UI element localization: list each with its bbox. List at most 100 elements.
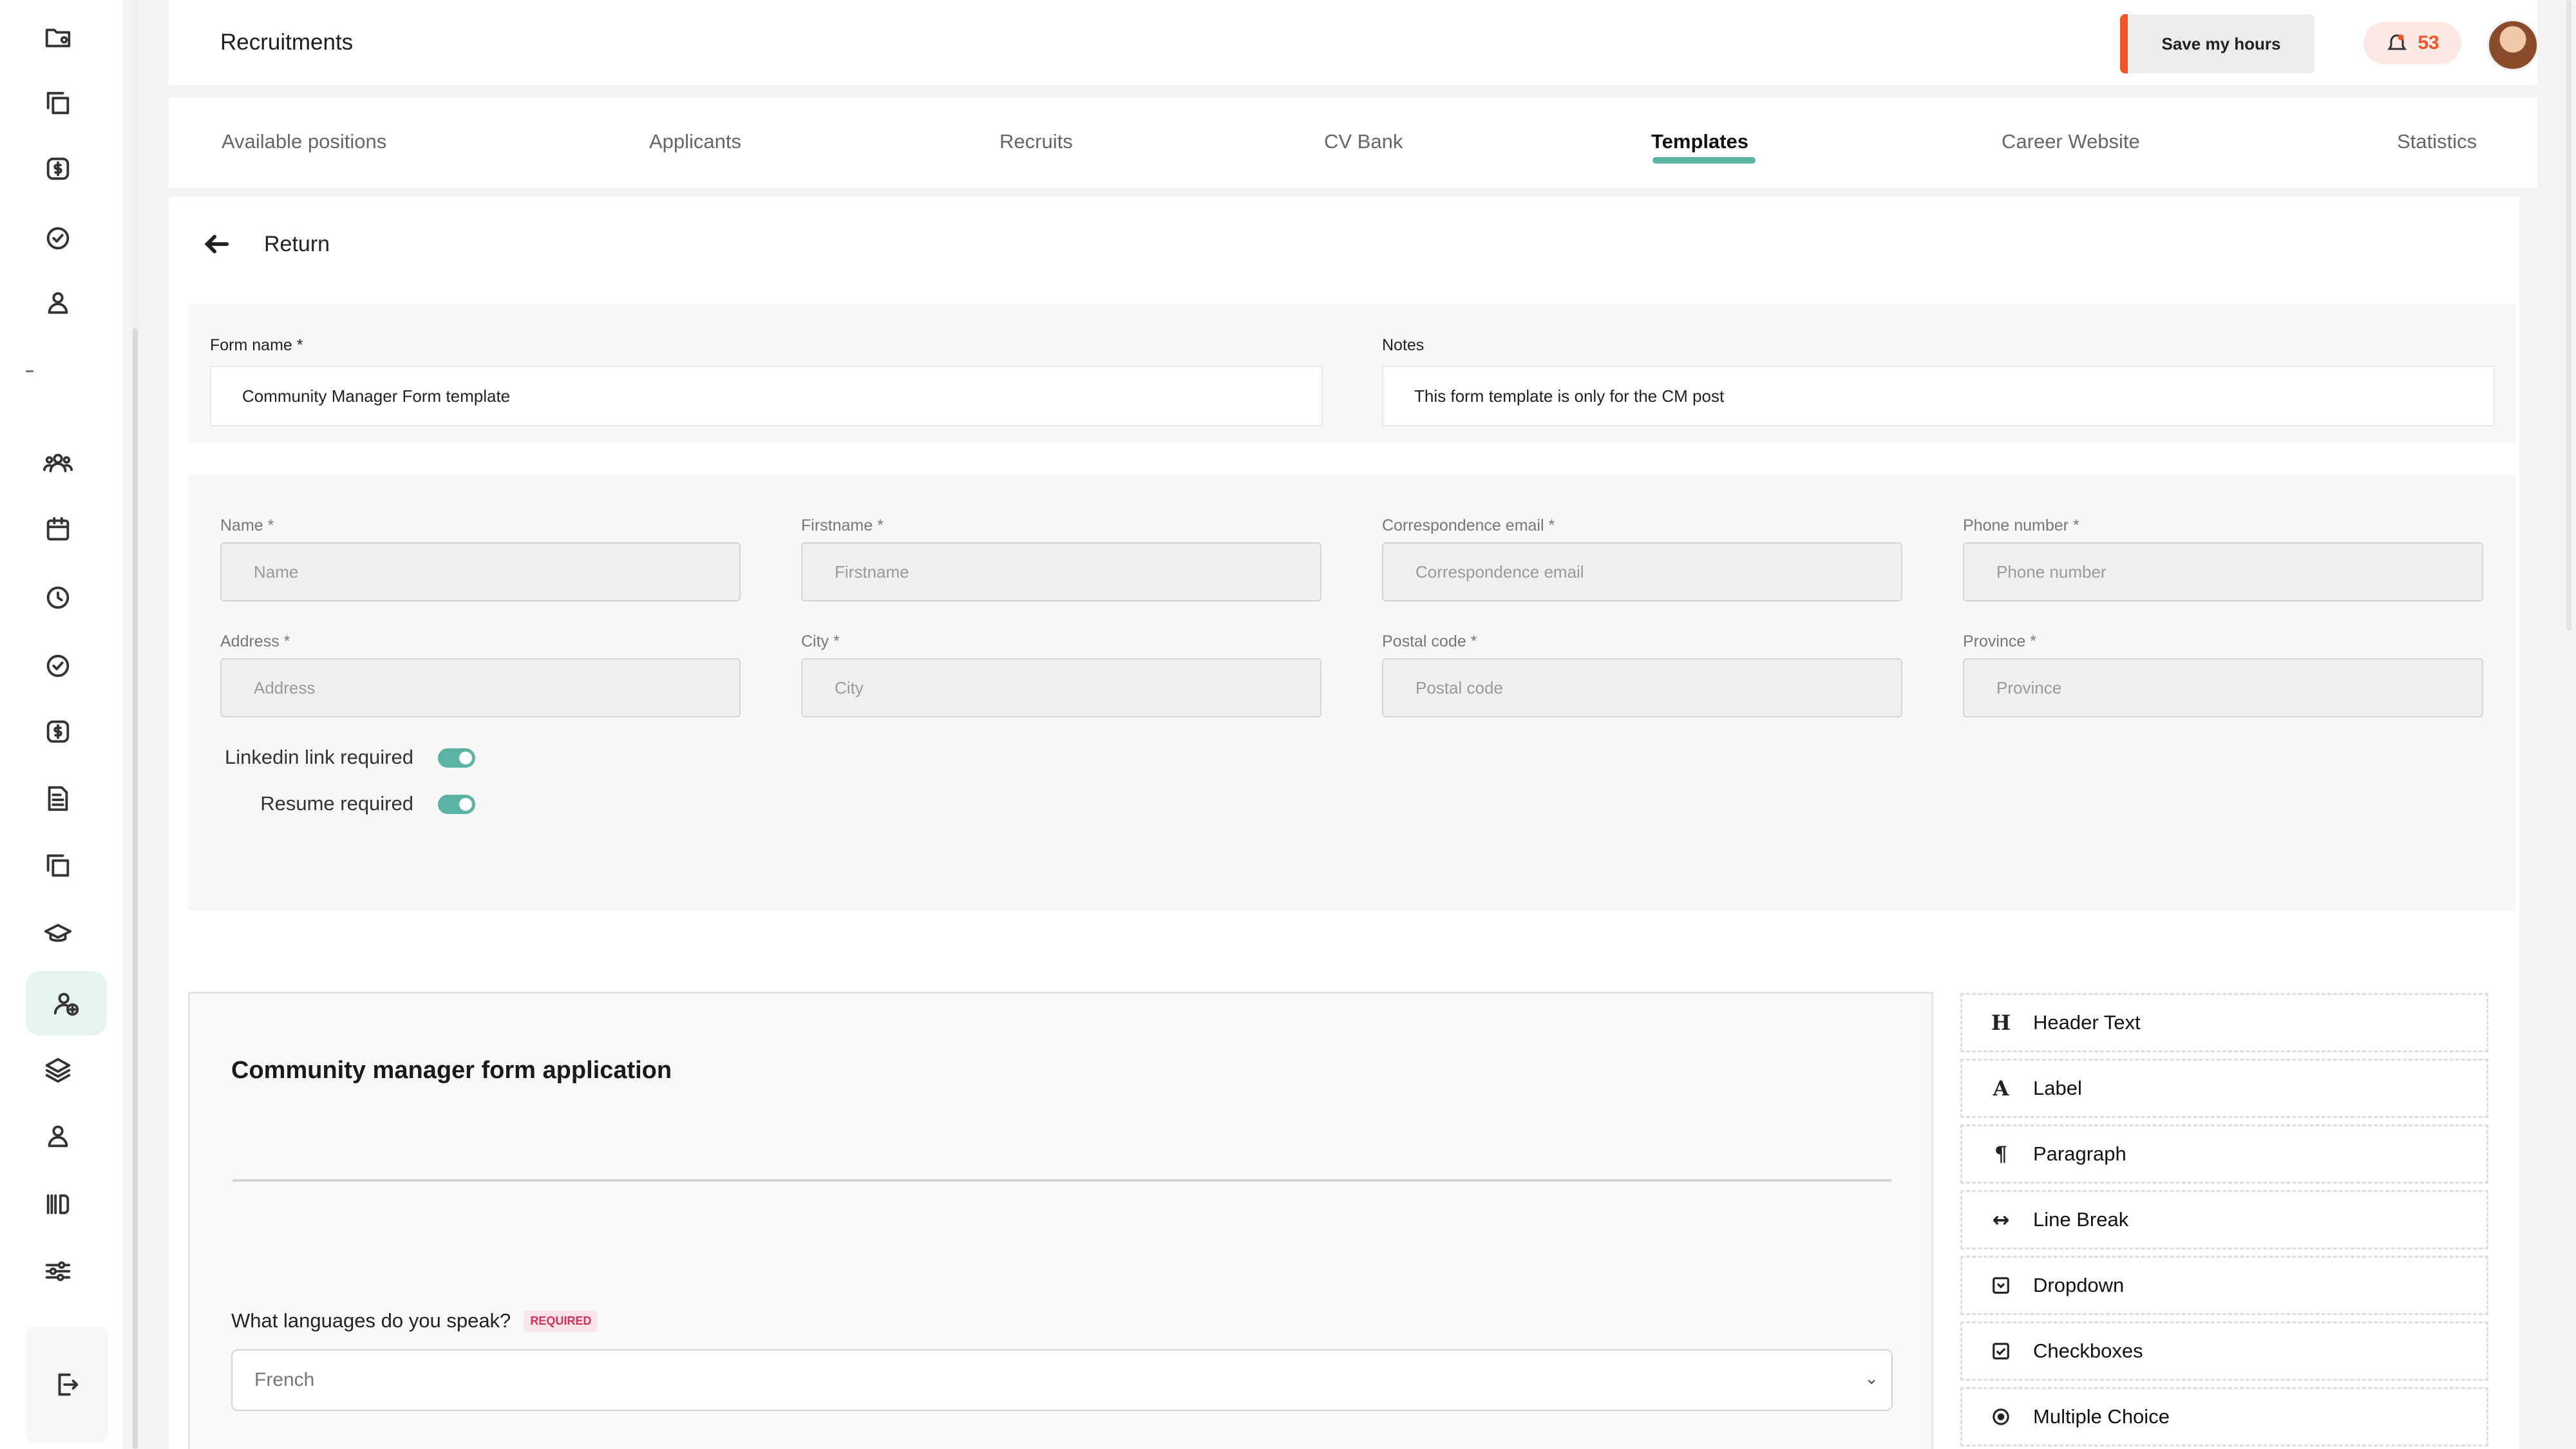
email-field[interactable]: Correspondence email bbox=[1382, 542, 1902, 601]
tool-label: Line Break bbox=[2033, 1208, 2129, 1231]
sidebar bbox=[0, 0, 122, 1449]
return-label: Return bbox=[264, 231, 330, 256]
notes-label: Notes bbox=[1382, 336, 1425, 354]
files-icon[interactable] bbox=[26, 833, 90, 898]
phone-field[interactable]: Phone number bbox=[1963, 542, 2483, 601]
bell-icon bbox=[2387, 34, 2407, 50]
tab-applicants[interactable]: Applicants bbox=[649, 130, 741, 153]
city-field[interactable]: City bbox=[801, 658, 1321, 717]
sidebar-scrollbar[interactable] bbox=[133, 328, 138, 1449]
team-icon[interactable] bbox=[26, 430, 90, 495]
tool-label: Checkboxes bbox=[2033, 1340, 2143, 1362]
label-icon: A bbox=[1993, 1076, 2009, 1101]
folder-user-icon[interactable] bbox=[26, 5, 90, 70]
recruitment-icon[interactable] bbox=[26, 971, 107, 1036]
dollar-icon[interactable] bbox=[26, 137, 90, 201]
firstname-label: Firstname * bbox=[801, 516, 884, 535]
tool-label: Dropdown bbox=[2033, 1274, 2125, 1296]
calendar-icon[interactable] bbox=[26, 497, 90, 562]
email-label: Correspondence email * bbox=[1382, 516, 1555, 535]
address-field[interactable]: Address bbox=[220, 658, 741, 717]
logout-button[interactable] bbox=[26, 1327, 108, 1443]
builder-header-text[interactable]: Community manager form application bbox=[231, 1057, 672, 1084]
linkedin-required-label: Linkedin link required bbox=[225, 746, 413, 768]
notes-input[interactable]: This form template is only for the CM po… bbox=[1382, 366, 2495, 426]
paragraph-icon: ¶ bbox=[1994, 1142, 2008, 1166]
graduation-icon[interactable] bbox=[26, 902, 90, 966]
arrow-left-icon bbox=[204, 234, 229, 254]
tab-career-website[interactable]: Career Website bbox=[2002, 130, 2140, 153]
heading-icon: H bbox=[1991, 1010, 2011, 1035]
notifications-button[interactable]: 53 bbox=[2363, 22, 2461, 64]
tool-label: Label bbox=[2033, 1077, 2082, 1099]
required-badge: REQUIRED bbox=[524, 1310, 598, 1332]
radio-icon bbox=[1988, 1407, 2014, 1426]
user-icon[interactable] bbox=[26, 270, 90, 335]
top-header: Recruitments Save my hours 53 EN ⌄ bbox=[169, 0, 2576, 85]
page-scrollbar[interactable] bbox=[2566, 0, 2571, 631]
tool-header-text[interactable]: H Header Text bbox=[1960, 993, 2488, 1052]
tool-line-break[interactable]: ↔ Line Break bbox=[1960, 1190, 2488, 1249]
form-details-section: Form name * Community Manager Form templ… bbox=[188, 304, 2515, 443]
document-icon[interactable] bbox=[26, 766, 90, 831]
name-field[interactable]: Name bbox=[220, 542, 741, 601]
tool-multiple-choice[interactable]: Multiple Choice bbox=[1960, 1387, 2488, 1446]
profile-icon[interactable] bbox=[26, 1104, 90, 1168]
clock-icon[interactable] bbox=[26, 565, 90, 630]
form-name-input[interactable]: Community Manager Form template bbox=[210, 366, 1323, 426]
builder-line-break bbox=[232, 1179, 1891, 1182]
tab-bar: Available positions Applicants Recruits … bbox=[169, 98, 2537, 188]
tool-dropdown[interactable]: Dropdown bbox=[1960, 1256, 2488, 1315]
postal-code-label: Postal code * bbox=[1382, 632, 1477, 650]
tab-templates[interactable]: Templates bbox=[1651, 130, 1748, 153]
languages-selected-value: French bbox=[254, 1369, 315, 1390]
logout-icon bbox=[58, 1373, 79, 1396]
active-tab-indicator bbox=[1653, 157, 1756, 164]
default-fields-section: Name * Name Firstname * Firstname Corres… bbox=[188, 475, 2515, 911]
province-label: Province * bbox=[1963, 632, 2036, 650]
return-button[interactable]: Return bbox=[202, 229, 330, 259]
tool-label: Multiple Choice bbox=[2033, 1405, 2170, 1428]
tool-label[interactable]: A Label bbox=[1960, 1059, 2488, 1118]
save-my-hours-button[interactable]: Save my hours bbox=[2120, 14, 2315, 73]
notifications-count: 53 bbox=[2418, 32, 2439, 53]
question-label: What languages do you speak? REQUIRED bbox=[231, 1309, 598, 1332]
resume-required-toggle[interactable] bbox=[438, 795, 475, 814]
chevron-down-icon: ⌄ bbox=[1864, 1368, 1879, 1388]
resume-required-label: Resume required bbox=[260, 792, 413, 815]
question-text: What languages do you speak? bbox=[231, 1309, 511, 1332]
phone-label: Phone number * bbox=[1963, 516, 2079, 535]
firstname-field[interactable]: Firstname bbox=[801, 542, 1321, 601]
tab-available-positions[interactable]: Available positions bbox=[222, 130, 386, 153]
checkbox-icon bbox=[1988, 1341, 2014, 1361]
check-circle-icon[interactable] bbox=[26, 206, 90, 270]
name-label: Name * bbox=[220, 516, 274, 535]
dropdown-icon bbox=[1988, 1276, 2014, 1295]
payroll-icon[interactable] bbox=[26, 699, 90, 764]
languages-dropdown[interactable]: French ⌄ bbox=[231, 1349, 1893, 1411]
linkedin-required-toggle[interactable] bbox=[438, 748, 475, 768]
copy-icon[interactable] bbox=[26, 71, 90, 135]
city-label: City * bbox=[801, 632, 840, 650]
tool-checkboxes[interactable]: Checkboxes bbox=[1960, 1321, 2488, 1381]
postal-code-field[interactable]: Postal code bbox=[1382, 658, 1902, 717]
user-avatar[interactable] bbox=[2487, 19, 2539, 71]
form-name-label: Form name * bbox=[210, 336, 303, 354]
tab-statistics[interactable]: Statistics bbox=[2397, 130, 2477, 153]
tab-cv-bank[interactable]: CV Bank bbox=[1324, 130, 1403, 153]
task-check-icon[interactable] bbox=[26, 634, 90, 698]
tab-recruits[interactable]: Recruits bbox=[999, 130, 1073, 153]
main-content: Return Form name * Community Manager For… bbox=[169, 197, 2519, 1449]
tool-paragraph[interactable]: ¶ Paragraph bbox=[1960, 1124, 2488, 1184]
tool-label: Paragraph bbox=[2033, 1142, 2126, 1165]
form-builder-canvas: Community manager form application What … bbox=[188, 992, 1933, 1449]
tool-label: Header Text bbox=[2033, 1011, 2141, 1034]
sidebar-divider bbox=[26, 370, 33, 372]
province-field[interactable]: Province bbox=[1963, 658, 2483, 717]
barcode-icon[interactable] bbox=[26, 1172, 90, 1236]
layers-icon[interactable] bbox=[26, 1038, 90, 1103]
address-label: Address * bbox=[220, 632, 290, 650]
settings-sliders-icon[interactable] bbox=[26, 1239, 90, 1303]
page-title: Recruitments bbox=[220, 30, 354, 55]
line-break-icon: ↔ bbox=[1992, 1208, 2010, 1232]
